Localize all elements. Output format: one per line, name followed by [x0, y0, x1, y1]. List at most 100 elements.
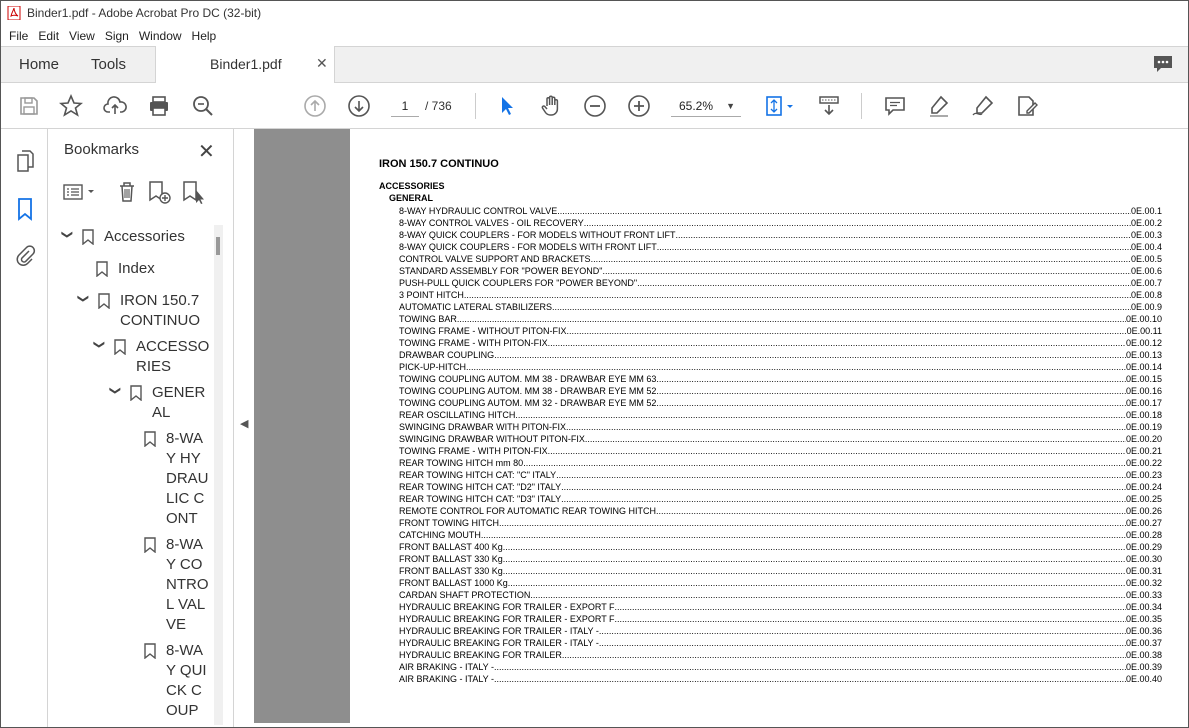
toc-entry-title: AUTOMATIC LATERAL STABILIZERS [399, 302, 553, 312]
toc-entry-page: 0E.00.1 [1130, 206, 1162, 216]
zoom-in-icon[interactable] [627, 94, 651, 118]
menu-help[interactable]: Help [184, 29, 217, 43]
toc-entry[interactable]: TOWING BAR 0E.00.10 [399, 313, 1162, 325]
toc-entry[interactable]: REAR TOWING HITCH CAT: "D2" ITALY 0E.00.2… [399, 481, 1162, 493]
scrollbar-thumb[interactable] [216, 237, 220, 255]
tab-tools[interactable]: Tools [91, 56, 126, 73]
toc-entry[interactable]: TOWING COUPLING AUTOM. MM 38 - DRAWBAR E… [399, 385, 1162, 397]
toc-entry[interactable]: 3 POINT HITCH 0E.00.8 [399, 289, 1162, 301]
fill-sign-icon[interactable] [1015, 94, 1039, 118]
hand-tool-icon[interactable] [539, 94, 563, 118]
star-icon[interactable] [58, 93, 84, 118]
toc-entry[interactable]: FRONT BALLAST 400 Kg 0E.00.29 [399, 541, 1162, 553]
toc-entry[interactable]: REAR OSCILLATING HITCH 0E.00.18 [399, 409, 1162, 421]
toc-leader-dots [556, 469, 1126, 481]
toc-entry[interactable]: HYDRAULIC BREAKING FOR TRAILER - ITALY -… [399, 637, 1162, 649]
scroll-mode-icon[interactable] [817, 94, 841, 118]
tab-document[interactable]: Binder1.pdf ✕ [155, 46, 335, 83]
bookmark-item[interactable]: ❯ GENERAL [108, 383, 218, 423]
toc-entry[interactable]: CARDAN SHAFT PROTECTION 0E.00.33 [399, 589, 1162, 601]
chevron-down-icon[interactable]: ❯ [57, 230, 77, 244]
bookmark-item[interactable]: 8-WAY QUICK COUP [144, 641, 216, 721]
bookmark-item[interactable]: ❯ ACCESSORIES [92, 337, 212, 377]
toc-entry-page: 0E.00.19 [1125, 422, 1162, 432]
toc-entry[interactable]: 8-WAY HYDRAULIC CONTROL VALVE 0E.00.1 [399, 205, 1162, 217]
toc-entry[interactable]: REAR TOWING HITCH CAT: "D3" ITALY 0E.00.2… [399, 493, 1162, 505]
toc-entry[interactable]: PICK-UP-HITCH 0E.00.14 [399, 361, 1162, 373]
toc-entry[interactable]: TOWING FRAME - WITH PITON-FIX 0E.00.12 [399, 337, 1162, 349]
toc-entry[interactable]: REAR TOWING HITCH CAT: "C" ITALY 0E.00.23 [399, 469, 1162, 481]
zoom-search-icon[interactable] [191, 94, 215, 118]
bookmark-item[interactable]: ❯ IRON 150.7 CONTINUO [76, 291, 206, 331]
toc-entry[interactable]: HYDRAULIC BREAKING FOR TRAILER - EXPORT … [399, 601, 1162, 613]
draw-signature-icon[interactable] [971, 94, 995, 118]
pages-icon[interactable] [14, 149, 36, 173]
zoom-out-icon[interactable] [583, 94, 607, 118]
toc-entry[interactable]: 8-WAY QUICK COUPLERS - FOR MODELS WITH F… [399, 241, 1162, 253]
bookmark-icon[interactable] [14, 197, 36, 221]
collapse-panel-icon[interactable]: ◀ [240, 417, 248, 430]
toc-entry[interactable]: FRONT TOWING HITCH 0E.00.27 [399, 517, 1162, 529]
toc-leader-dots [656, 385, 1126, 397]
bookmark-item[interactable]: ❯ Accessories [60, 227, 210, 247]
bookmark-item[interactable]: 8-WAY CONTROL VALVE [144, 535, 216, 635]
toc-entry[interactable]: PUSH-PULL QUICK COUPLERS FOR "POWER BEYO… [399, 277, 1162, 289]
save-icon[interactable] [17, 94, 41, 118]
bookmark-item[interactable]: Index [96, 259, 206, 279]
chevron-down-icon[interactable]: ❯ [73, 294, 93, 308]
options-menu-icon[interactable] [62, 179, 98, 205]
close-tab-icon[interactable]: ✕ [316, 55, 328, 72]
toc-entry[interactable]: STANDARD ASSEMBLY FOR "POWER BEYOND" 0E.0… [399, 265, 1162, 277]
page-number-input[interactable]: 1 [391, 95, 419, 117]
toc-entry[interactable]: CONTROL VALVE SUPPORT AND BRACKETS 0E.00.… [399, 253, 1162, 265]
print-icon[interactable] [147, 94, 171, 118]
menu-sign[interactable]: Sign [97, 29, 129, 43]
toc-leader-dots [599, 625, 1126, 637]
next-page-icon[interactable] [347, 94, 371, 118]
chevron-down-icon[interactable]: ❯ [105, 386, 125, 400]
chevron-down-icon: ▼ [726, 101, 735, 111]
toc-entry[interactable]: AIR BRAKING - ITALY - 0E.00.40 [399, 673, 1162, 685]
toc-entry[interactable]: TOWING FRAME - WITHOUT PITON-FIX 0E.00.11 [399, 325, 1162, 337]
attachment-icon[interactable] [14, 243, 36, 267]
toc-entry[interactable]: HYDRAULIC BREAKING FOR TRAILER - EXPORT … [399, 613, 1162, 625]
previous-page-icon[interactable] [303, 94, 327, 118]
toc-entry[interactable]: REAR TOWING HITCH mm 80 0E.00.22 [399, 457, 1162, 469]
toc-entry[interactable]: CATCHING MOUTH 0E.00.28 [399, 529, 1162, 541]
comment-icon[interactable] [883, 94, 907, 118]
chevron-down-icon[interactable]: ❯ [89, 340, 109, 354]
delete-icon[interactable] [114, 179, 140, 205]
toc-entry[interactable]: DRAWBAR COUPLING 0E.00.13 [399, 349, 1162, 361]
toc-entry[interactable]: AUTOMATIC LATERAL STABILIZERS 0E.00.9 [399, 301, 1162, 313]
bookmark-search-icon[interactable] [180, 179, 206, 205]
menu-file[interactable]: File [1, 29, 28, 43]
toc-entry[interactable]: SWINGING DRAWBAR WITH PITON-FIX 0E.00.19 [399, 421, 1162, 433]
toc-entry[interactable]: REMOTE CONTROL FOR AUTOMATIC REAR TOWING… [399, 505, 1162, 517]
highlight-pen-icon[interactable] [927, 94, 951, 118]
menu-view[interactable]: View [61, 29, 95, 43]
zoom-level-select[interactable]: 65.2% ▼ [671, 95, 741, 117]
toc-entry[interactable]: AIR BRAKING - ITALY - 0E.00.39 [399, 661, 1162, 673]
toc-entry[interactable]: 8-WAY CONTROL VALVES - OIL RECOVERY 0E.00… [399, 217, 1162, 229]
toc-entry[interactable]: 8-WAY QUICK COUPLERS - FOR MODELS WITHOU… [399, 229, 1162, 241]
toc-entry[interactable]: HYDRAULIC BREAKING FOR TRAILER - ITALY -… [399, 625, 1162, 637]
bookmark-item[interactable]: 8-WAY HYDRAULIC CONT [144, 429, 216, 529]
toc-entry[interactable]: TOWING FRAME - WITH PITON-FIX 0E.00.21 [399, 445, 1162, 457]
select-cursor-icon[interactable] [495, 94, 519, 118]
toc-entry[interactable]: TOWING COUPLING AUTOM. MM 32 - DRAWBAR E… [399, 397, 1162, 409]
tab-home[interactable]: Home [19, 56, 59, 73]
comment-icon[interactable] [1152, 54, 1174, 74]
toc-leader-dots [494, 673, 1126, 685]
new-bookmark-icon[interactable] [146, 179, 172, 205]
toc-entry[interactable]: SWINGING DRAWBAR WITHOUT PITON-FIX 0E.00.… [399, 433, 1162, 445]
toc-entry[interactable]: TOWING COUPLING AUTOM. MM 38 - DRAWBAR E… [399, 373, 1162, 385]
menu-edit[interactable]: Edit [30, 29, 59, 43]
close-panel-icon[interactable]: ✕ [198, 139, 215, 164]
toc-entry[interactable]: HYDRAULIC BREAKING FOR TRAILER 0E.00.38 [399, 649, 1162, 661]
fit-page-icon[interactable] [763, 94, 797, 118]
cloud-upload-icon[interactable] [103, 94, 127, 118]
toc-entry[interactable]: FRONT BALLAST 330 Kg 0E.00.31 [399, 565, 1162, 577]
menu-window[interactable]: Window [131, 29, 182, 43]
toc-entry[interactable]: FRONT BALLAST 330 Kg 0E.00.30 [399, 553, 1162, 565]
toc-entry[interactable]: FRONT BALLAST 1000 Kg 0E.00.32 [399, 577, 1162, 589]
